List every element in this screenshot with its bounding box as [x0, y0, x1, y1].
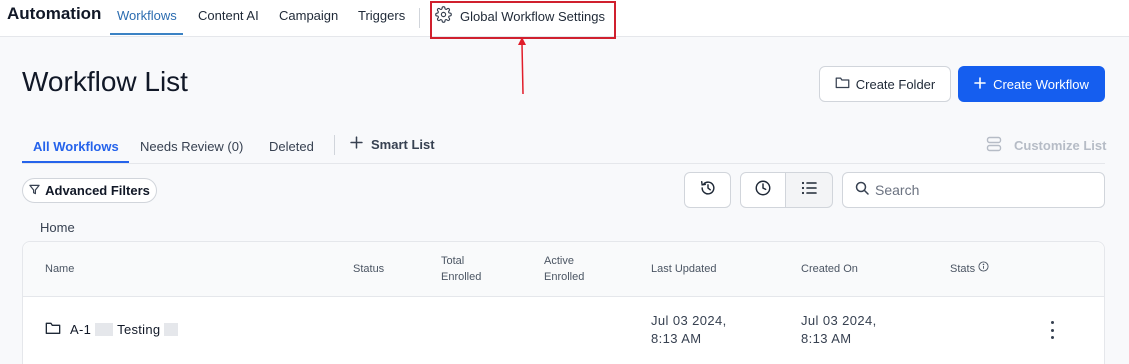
customize-list-label: Customize List	[1014, 138, 1107, 153]
active-subtab-indicator	[22, 161, 129, 163]
create-workflow-label: Create Workflow	[993, 76, 1089, 92]
column-header-total-enrolled[interactable]: Total Enrolled	[441, 253, 481, 285]
highlight-annotation-box	[430, 1, 616, 39]
create-folder-label: Create Folder	[855, 76, 936, 92]
annotation-arrow	[518, 37, 526, 95]
tab-campaign[interactable]: Campaign	[279, 8, 338, 23]
workflow-table: Name Status Total Enrolled Active Enroll…	[22, 241, 1105, 364]
plus-icon	[974, 76, 986, 92]
history-icon	[699, 179, 717, 202]
nav-divider	[419, 8, 420, 28]
customize-list-button[interactable]: Customize List	[986, 136, 1106, 155]
tab-triggers[interactable]: Triggers	[358, 8, 405, 23]
list-view-button[interactable]	[785, 172, 833, 208]
column-header-stats[interactable]: Stats	[950, 261, 989, 277]
tab-needs-review[interactable]: Needs Review (0)	[140, 139, 243, 154]
smart-list-button[interactable]: Smart List	[350, 136, 435, 152]
column-header-name[interactable]: Name	[45, 261, 74, 277]
tab-content-ai[interactable]: Content AI	[198, 8, 259, 23]
active-tab-indicator	[110, 33, 183, 35]
redacted-text	[164, 323, 179, 336]
folder-icon	[45, 321, 61, 338]
history-button[interactable]	[684, 172, 731, 208]
clock-icon	[754, 179, 772, 202]
tab-workflows[interactable]: Workflows	[117, 8, 177, 23]
app-title: Automation	[7, 4, 102, 23]
advanced-filters-button[interactable]: Advanced Filters	[22, 178, 157, 203]
redacted-text	[95, 323, 114, 336]
created-on-cell: Jul 03 2024, 8:13 AM	[801, 313, 877, 346]
tab-all-workflows[interactable]: All Workflows	[33, 139, 119, 154]
tab-deleted[interactable]: Deleted	[269, 139, 314, 154]
layout-icon	[986, 136, 1002, 155]
filter-icon	[29, 183, 40, 198]
page-title: Workflow List	[22, 66, 188, 97]
workflow-name-link[interactable]: A-1 Testing	[45, 321, 179, 338]
search-icon	[855, 181, 869, 200]
column-header-status[interactable]: Status	[353, 261, 384, 277]
plus-icon	[350, 136, 363, 152]
workflow-name: A-1 Testing	[70, 322, 179, 337]
subtabs-divider-line	[22, 163, 1105, 164]
last-updated-cell: Jul 03 2024, 8:13 AM	[651, 313, 727, 346]
column-header-created-on[interactable]: Created On	[801, 261, 858, 277]
subtab-divider	[334, 135, 335, 155]
column-header-last-updated[interactable]: Last Updated	[651, 261, 716, 277]
column-header-active-enrolled[interactable]: Active Enrolled	[544, 253, 584, 285]
recent-view-button[interactable]	[740, 172, 786, 208]
search-box	[842, 172, 1105, 208]
search-input[interactable]	[875, 182, 1095, 198]
table-header: Name Status Total Enrolled Active Enroll…	[23, 242, 1104, 297]
create-folder-button[interactable]: Create Folder	[819, 66, 951, 102]
folder-icon	[835, 76, 850, 92]
smart-list-label: Smart List	[371, 136, 435, 152]
info-icon[interactable]	[978, 261, 989, 277]
list-icon	[801, 181, 818, 200]
create-workflow-button[interactable]: Create Workflow	[958, 66, 1105, 102]
row-actions-menu-icon[interactable]	[1046, 321, 1058, 339]
breadcrumb-home[interactable]: Home	[40, 220, 75, 235]
advanced-filters-label: Advanced Filters	[45, 183, 150, 198]
